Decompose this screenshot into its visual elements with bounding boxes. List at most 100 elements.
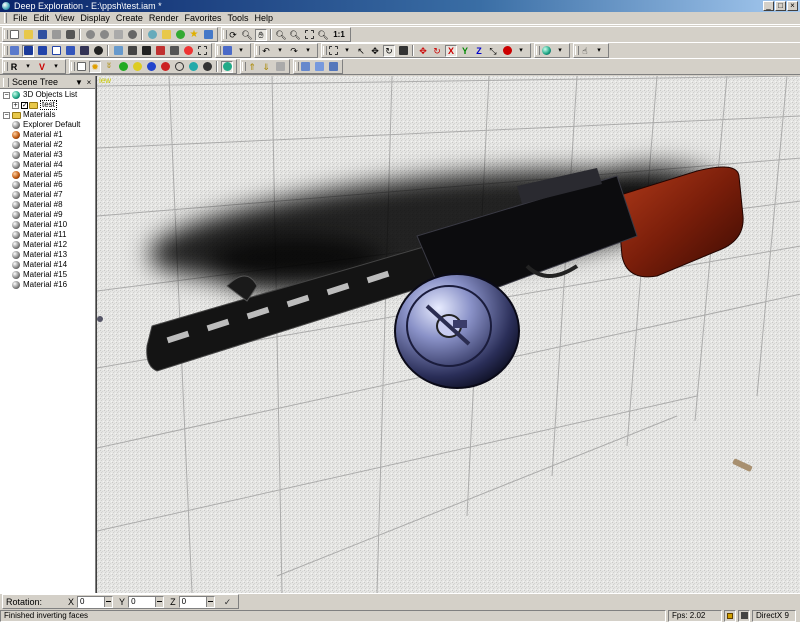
scene-globe-icon[interactable] — [540, 45, 552, 57]
points-icon[interactable] — [182, 45, 194, 57]
menu-render[interactable]: Render — [146, 12, 182, 25]
rotation-x-spinner[interactable] — [104, 596, 113, 607]
undo-dropdown-icon[interactable]: ▾ — [274, 45, 286, 57]
material-item[interactable]: Material #13 — [0, 250, 95, 260]
yellow-light-icon[interactable] — [131, 61, 143, 73]
refresh-icon[interactable] — [174, 29, 186, 41]
redo-icon[interactable]: ↷ — [288, 45, 300, 57]
cube-smooth-icon[interactable] — [64, 45, 76, 57]
red-light-icon[interactable] — [159, 61, 171, 73]
material-item[interactable]: Material #5 — [0, 170, 95, 180]
color-cube-icon[interactable] — [154, 45, 166, 57]
minimize-button[interactable]: _ — [763, 1, 774, 11]
axis-z-button[interactable]: Z — [473, 45, 485, 57]
blue-light-icon[interactable] — [145, 61, 157, 73]
wireframe-cube-icon[interactable] — [8, 45, 20, 57]
panel-grip[interactable] — [3, 77, 9, 87]
rotate-icon[interactable]: ↻ — [383, 44, 395, 57]
bounding-box-icon[interactable] — [196, 45, 208, 57]
move-up-icon[interactable]: ⇑ — [246, 61, 258, 73]
tool-dropdown-icon[interactable]: ▾ — [22, 61, 34, 73]
material-item[interactable]: Material #1 — [0, 130, 95, 140]
favorite-star-icon[interactable]: ★ — [188, 29, 200, 41]
screen-icon[interactable] — [202, 29, 214, 41]
tree-node-materials[interactable]: − Materials — [0, 110, 95, 120]
material-icon[interactable] — [112, 45, 124, 57]
cube-textured-icon[interactable] — [78, 45, 90, 57]
apply-rotation-button[interactable]: ✓ — [221, 596, 235, 608]
cube-outline-icon[interactable] — [50, 45, 62, 57]
print-icon[interactable] — [50, 29, 62, 41]
pan-hand-icon[interactable]: ✋︎ — [255, 28, 267, 41]
arrange-icon[interactable] — [274, 61, 286, 73]
rotate-view-icon[interactable]: ⟳ — [227, 29, 239, 41]
rotation-z-spinner[interactable] — [205, 596, 214, 607]
3d-viewport[interactable]: iew — [96, 76, 800, 593]
menu-file[interactable]: File — [10, 12, 31, 25]
select-dropdown-icon[interactable]: ▾ — [341, 45, 353, 57]
material-item[interactable]: Material #11 — [0, 230, 95, 240]
material-item[interactable]: Material #7 — [0, 190, 95, 200]
material-item[interactable]: Material #9 — [0, 210, 95, 220]
material-item[interactable]: Material #14 — [0, 260, 95, 270]
zoom-out-icon[interactable]: 🔍︎ — [289, 29, 301, 41]
forward-icon[interactable] — [98, 29, 110, 41]
folder-icon[interactable] — [160, 29, 172, 41]
menu-favorites[interactable]: Favorites — [181, 12, 224, 25]
menu-create[interactable]: Create — [113, 12, 146, 25]
rotation-y-spinner[interactable] — [155, 596, 164, 607]
menu-display[interactable]: Display — [77, 12, 113, 25]
axis-x-button[interactable]: X — [445, 44, 457, 57]
record-dropdown-icon[interactable]: ▾ — [515, 45, 527, 57]
select-box-icon[interactable] — [327, 45, 339, 57]
sun-light-icon[interactable]: ✹ — [89, 60, 101, 73]
sphere-icon[interactable] — [92, 45, 104, 57]
material-item[interactable]: Material #10 — [0, 220, 95, 230]
scale-icon[interactable] — [397, 45, 409, 57]
menu-view[interactable]: View — [52, 12, 77, 25]
record-icon[interactable] — [501, 45, 513, 57]
view-grid-icon[interactable] — [313, 61, 325, 73]
material-item[interactable]: Material #3 — [0, 150, 95, 160]
axis-free-icon[interactable]: ⤡ — [487, 45, 499, 57]
collapse-icon[interactable]: − — [3, 111, 10, 119]
up-folder-icon[interactable] — [112, 29, 124, 41]
visibility-checkbox[interactable]: ✓ — [21, 101, 28, 109]
search-icon[interactable] — [146, 29, 158, 41]
move-icon[interactable]: ✥ — [369, 45, 381, 57]
shadow-icon[interactable] — [140, 45, 152, 57]
dark-light-icon[interactable] — [201, 61, 213, 73]
pick-pointer-icon[interactable]: ☝ — [579, 45, 591, 57]
pointer-icon[interactable]: ↖ — [355, 45, 367, 57]
save-icon[interactable] — [36, 29, 48, 41]
stop-icon[interactable] — [126, 29, 138, 41]
scene-dropdown-icon[interactable]: ▾ — [554, 45, 566, 57]
expand-icon[interactable]: + — [12, 101, 19, 109]
material-item[interactable]: Material #12 — [0, 240, 95, 250]
collapse-icon[interactable]: − — [3, 91, 10, 99]
camera-icon[interactable] — [64, 29, 76, 41]
menu-grip[interactable] — [4, 13, 7, 23]
redo-dropdown-icon[interactable]: ▾ — [302, 45, 314, 57]
axis-y-button[interactable]: Y — [459, 45, 471, 57]
pin-icon[interactable]: ▼ — [75, 78, 83, 87]
vertex-tool-icon[interactable]: V — [36, 61, 48, 73]
material-item[interactable]: Material #6 — [0, 180, 95, 190]
app-icon[interactable] — [2, 2, 10, 10]
light-on-icon[interactable] — [221, 60, 233, 73]
rotation-x-input[interactable]: 0 — [77, 595, 114, 608]
rotate-axis-icon[interactable]: ↻ — [431, 45, 443, 57]
menu-edit[interactable]: Edit — [31, 12, 53, 25]
new-file-icon[interactable] — [8, 29, 20, 41]
open-folder-icon[interactable] — [22, 29, 34, 41]
bulb-icon[interactable] — [173, 61, 185, 73]
teal-light-icon[interactable] — [187, 61, 199, 73]
move-axis-icon[interactable]: ✥ — [417, 45, 429, 57]
zoom-one-to-one-button[interactable]: 1:1 — [331, 29, 347, 41]
green-light-icon[interactable] — [117, 61, 129, 73]
close-button[interactable]: × — [787, 1, 798, 11]
zoom-window-icon[interactable] — [303, 29, 315, 41]
text-tool-icon[interactable]: R — [8, 61, 20, 73]
tree-node-objects-list[interactable]: − 3D Objects List — [0, 90, 95, 100]
lock-icon[interactable] — [724, 609, 736, 622]
